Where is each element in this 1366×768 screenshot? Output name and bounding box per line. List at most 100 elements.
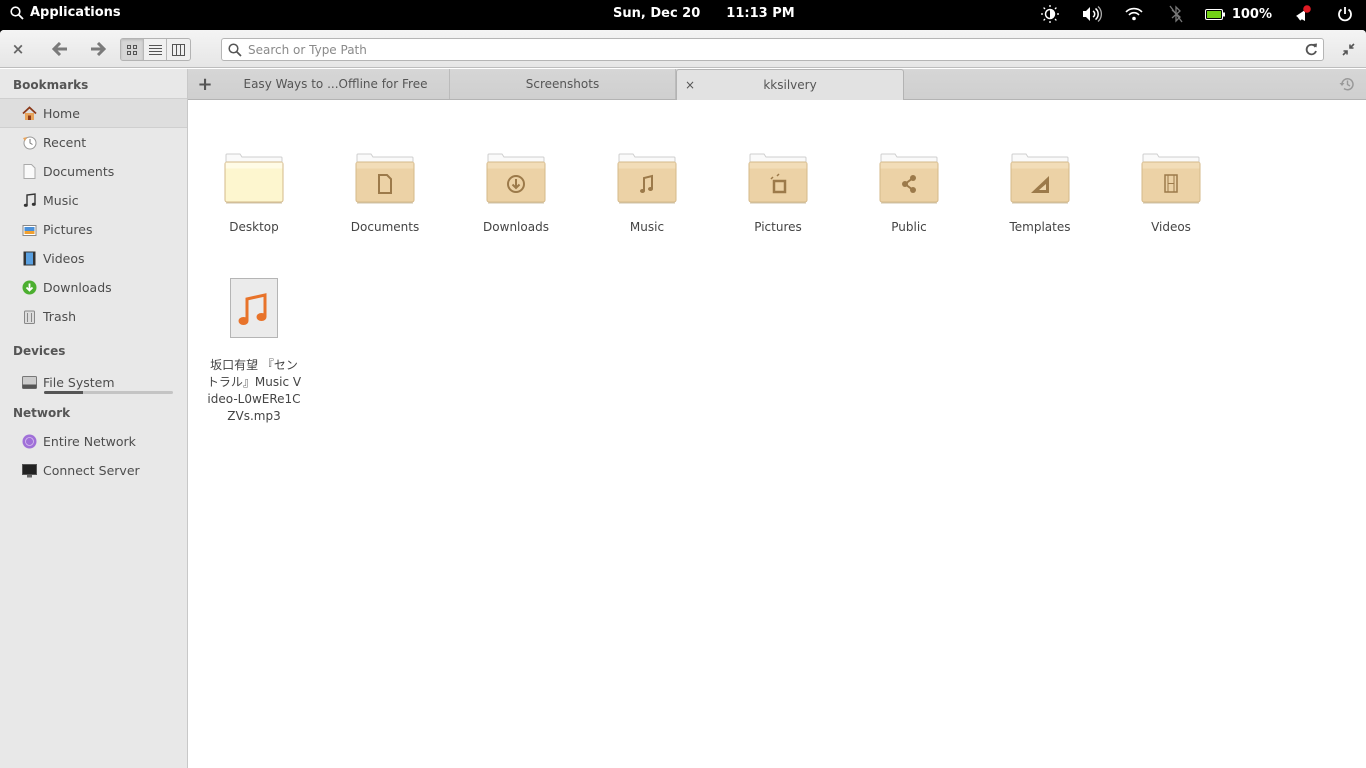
folder-item[interactable]: Downloads [461,153,571,236]
folder-name: Music [629,220,665,234]
sidebar-item-file-system[interactable]: File System [0,365,187,397]
sidebar-item-documents[interactable]: Documents [0,157,187,186]
trash-icon [22,309,37,324]
reload-button[interactable] [1305,43,1318,56]
sidebar-item-label: File System [43,374,115,390]
reload-icon [1305,43,1317,56]
bluetooth-indicator[interactable] [1155,0,1197,28]
tab-label: Screenshots [525,77,600,91]
tab-easy-ways[interactable]: Easy Ways to ...Offline for Free [222,69,450,99]
history-icon [1339,78,1354,91]
forward-button[interactable] [88,38,108,60]
sidebar-item-label: Entire Network [43,434,136,449]
folder-name: Videos [1151,220,1191,234]
sidebar-item-label: Connect Server [43,463,140,478]
back-button[interactable] [50,38,70,60]
download-folder-icon [486,153,546,204]
system-tray: 100% [1029,0,1366,28]
sidebar-item-downloads[interactable]: Downloads [0,273,187,302]
icon-view-button[interactable] [121,39,144,60]
file-manager-window: × Bo [0,30,1366,768]
folder-item[interactable]: Desktop [199,153,309,236]
template-folder-icon [1010,153,1070,204]
bluetooth-off-icon [1169,5,1183,23]
list-view-button[interactable] [144,39,167,60]
tab-screenshots[interactable]: Screenshots [450,69,676,99]
sidebar-item-trash[interactable]: Trash [0,302,187,331]
brightness-indicator[interactable] [1029,0,1071,28]
folder-icon [224,153,284,204]
folder-item[interactable]: Templates [985,153,1095,236]
sidebar-item-label: Home [43,105,80,121]
folder-name: Desktop [229,220,279,234]
sidebar-item-label: Pictures [43,222,93,237]
sidebar-item-recent[interactable]: Recent [0,128,187,157]
sidebar-item-connect-server[interactable]: Connect Server [0,456,187,485]
folder-item[interactable]: Public [854,153,964,236]
grid-icon [127,44,137,55]
network-heading: Network [13,406,71,420]
tab-kksilvery[interactable]: × kksilvery [676,69,904,100]
datetime-indicator[interactable]: Sun, Dec 20 11:13 PM [613,6,795,21]
columns-icon [172,43,185,56]
sidebar-item-videos[interactable]: Videos [0,244,187,273]
tab-bar: + Easy Ways to ...Offline for Free Scree… [188,69,1366,100]
folder-item[interactable]: Videos [1116,153,1226,236]
top-panel: Applications Sun, Dec 20 11:13 PM 100% [0,0,1366,28]
volume-icon [1082,6,1102,22]
battery-percent: 100% [1231,6,1272,22]
folder-item[interactable]: Music [592,153,702,236]
battery-indicator[interactable]: 100% [1197,7,1282,22]
power-icon [1338,7,1352,22]
notification-icon [1296,5,1311,21]
sidebar-item-pictures[interactable]: Pictures [0,215,187,244]
close-tab-button[interactable]: × [685,78,695,92]
videos-icon [22,251,37,266]
server-icon [22,463,37,478]
volume-indicator[interactable] [1071,0,1113,28]
notifications-indicator[interactable] [1282,0,1324,28]
restore-window-button[interactable] [1340,38,1356,60]
network-icon [22,434,37,449]
folder-name: Templates [1009,220,1071,234]
folder-item[interactable]: Pictures [723,153,833,236]
folder-name: Pictures [754,220,802,234]
home-icon [22,105,37,121]
wifi-icon [1125,7,1143,21]
document-folder-icon [355,153,415,204]
search-icon [10,5,24,20]
disk-usage-fill [44,391,83,394]
time-label: 11:13 PM [726,6,795,21]
applications-menu[interactable]: Applications [10,5,121,20]
sidebar-item-label: Videos [43,251,85,266]
recent-icon [22,135,37,150]
arrow-left-icon [52,42,67,56]
folder-item[interactable]: Documents [330,153,440,236]
document-icon [22,164,37,179]
date-label: Sun, Dec 20 [613,6,701,21]
sidebar-item-entire-network[interactable]: Entire Network [0,427,187,456]
new-tab-button[interactable]: + [188,69,222,99]
sidebar-item-label: Downloads [43,280,112,295]
close-window-button[interactable]: × [10,38,26,60]
file-view: Desktop Documents Downloads Music Pictures Pu… [188,100,1366,768]
arrow-right-icon [91,42,106,56]
network-indicator[interactable] [1113,0,1155,28]
sidebar-item-home[interactable]: Home [0,99,187,128]
location-bar [221,38,1324,61]
pictures-folder-icon [748,153,808,204]
sidebar-item-label: Documents [43,164,115,179]
closed-tabs-button[interactable] [1339,76,1355,96]
search-input[interactable] [248,42,1305,57]
file-item[interactable]: 坂口有望 『セントラル』Music Video-L0wERe1CZVs.mp3 [199,277,309,425]
close-icon: × [11,40,25,58]
sidebar-item-music[interactable]: Music [0,186,187,215]
power-indicator[interactable] [1324,0,1366,28]
share-folder-icon [879,153,939,204]
sidebar: Bookmarks Home Recent Documents Music Pi… [0,69,188,768]
music-icon [22,193,37,208]
tab-label: Easy Ways to ...Offline for Free [243,77,428,91]
column-view-button[interactable] [167,39,190,60]
bookmarks-heading: Bookmarks [0,69,187,99]
search-icon [228,42,242,57]
